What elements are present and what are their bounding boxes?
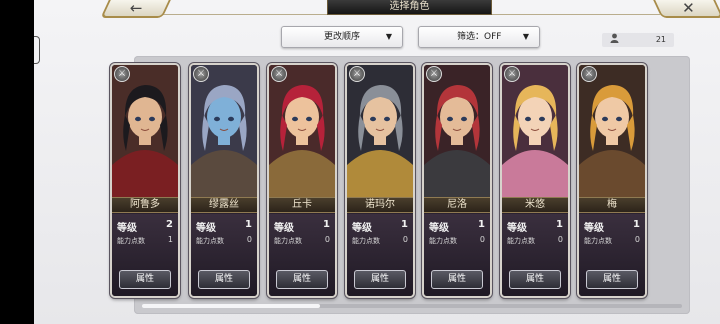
filter-label: 筛选：OFF <box>457 32 502 42</box>
chevron-down-icon: ▼ <box>522 32 529 41</box>
attribute-button[interactable]: 属性 <box>586 270 638 289</box>
ability-points-value: 0 <box>402 235 408 244</box>
character-card[interactable]: ⚔ 尼洛等级 1 能力点数 0 属性 <box>422 63 492 298</box>
character-card[interactable]: ⚔ 米悠等级 1 能力点数 0 属性 <box>500 63 570 298</box>
level-label: 等级 <box>429 223 449 234</box>
ability-points-label: 能力点数 <box>196 237 224 245</box>
ability-points-label: 能力点数 <box>584 237 612 245</box>
attribute-button[interactable]: 属性 <box>431 270 483 289</box>
sort-order-label: 更改顺序 <box>324 32 361 42</box>
ability-points-value: 0 <box>557 235 563 244</box>
character-name: 阿鲁多 <box>112 197 178 213</box>
character-stats: 等级 1 能力点数 0 属性 <box>424 214 490 296</box>
sort-order-dropdown[interactable]: 更改顺序 ▼ <box>281 26 403 48</box>
ability-points-value: 0 <box>479 235 485 244</box>
level-value: 1 <box>556 219 563 230</box>
ability-points-label: 能力点数 <box>352 237 380 245</box>
close-button[interactable]: ✕ <box>650 0 720 18</box>
character-card[interactable]: ⚔ 丘卡等级 1 能力点数 0 属性 <box>267 63 337 298</box>
character-name: 梅 <box>579 197 645 213</box>
level-value: 2 <box>166 219 173 230</box>
scrollbar-thumb[interactable] <box>142 304 320 308</box>
attribute-button[interactable]: 属性 <box>119 270 171 289</box>
weapon-type-icon: ⚔ <box>349 66 365 82</box>
chevron-down-icon: ▼ <box>385 32 392 41</box>
attribute-button[interactable]: 属性 <box>509 270 561 289</box>
weapon-type-icon: ⚔ <box>271 66 287 82</box>
game-screen: ← 选择角色 ✕ 更改顺序 ▼ 筛选：OFF ▼ 21 ⚔ 阿鲁多 等级 2 能力点数 1… <box>34 0 720 324</box>
character-portrait <box>424 65 490 197</box>
level-label: 等级 <box>196 223 216 234</box>
ability-points-value: 0 <box>324 235 330 244</box>
character-card[interactable]: ⚔ 梅等级 1 能力点数 0 属性 <box>577 63 647 298</box>
character-portrait <box>191 65 257 197</box>
level-value: 1 <box>323 219 330 230</box>
character-portrait <box>347 65 413 197</box>
character-card[interactable]: ⚔ 诺玛尔等级 1 能力点数 0 属性 <box>345 63 415 298</box>
ability-points-label: 能力点数 <box>429 237 457 245</box>
weapon-type-icon: ⚔ <box>193 66 209 82</box>
character-portrait <box>502 65 568 197</box>
attribute-button[interactable]: 属性 <box>198 270 250 289</box>
character-card[interactable]: ⚔ 阿鲁多等级 2 能力点数 1 属性 <box>110 63 180 298</box>
character-count-badge: 21 <box>602 33 674 47</box>
character-card[interactable]: ⚔ 缪露丝等级 1 能力点数 0 属性 <box>189 63 259 298</box>
header-divider-right <box>492 14 660 15</box>
character-stats: 等级 1 能力点数 0 属性 <box>502 214 568 296</box>
weapon-type-icon: ⚔ <box>114 66 130 82</box>
weapon-type-icon: ⚔ <box>504 66 520 82</box>
level-label: 等级 <box>274 223 294 234</box>
character-name: 米悠 <box>502 197 568 213</box>
character-stats: 等级 1 能力点数 0 属性 <box>347 214 413 296</box>
level-label: 等级 <box>352 223 372 234</box>
attribute-button[interactable]: 属性 <box>276 270 328 289</box>
character-name: 丘卡 <box>269 197 335 213</box>
character-stats: 等级 1 能力点数 0 属性 <box>579 214 645 296</box>
filter-dropdown[interactable]: 筛选：OFF ▼ <box>418 26 540 48</box>
level-label: 等级 <box>584 223 604 234</box>
ability-points-value: 0 <box>634 235 640 244</box>
ability-points-value: 0 <box>246 235 252 244</box>
close-icon: ✕ <box>681 0 695 17</box>
person-icon <box>610 33 619 48</box>
page-title: 选择角色 <box>327 0 492 15</box>
attribute-button[interactable]: 属性 <box>354 270 406 289</box>
header-divider-left <box>154 14 327 15</box>
ability-points-value: 1 <box>167 235 173 244</box>
character-stats: 等级 2 能力点数 1 属性 <box>112 214 178 296</box>
level-label: 等级 <box>117 223 137 234</box>
character-name: 诺玛尔 <box>347 197 413 213</box>
back-button[interactable]: ← <box>100 0 174 18</box>
character-stats: 等级 1 能力点数 0 属性 <box>269 214 335 296</box>
character-count: 21 <box>655 35 666 44</box>
character-portrait <box>112 65 178 197</box>
character-name: 尼洛 <box>424 197 490 213</box>
ability-points-label: 能力点数 <box>274 237 302 245</box>
character-name: 缪露丝 <box>191 197 257 213</box>
ability-points-label: 能力点数 <box>507 237 535 245</box>
ability-points-label: 能力点数 <box>117 237 145 245</box>
level-value: 1 <box>478 219 485 230</box>
character-stats: 等级 1 能力点数 0 属性 <box>191 214 257 296</box>
character-portrait <box>579 65 645 197</box>
level-label: 等级 <box>507 223 527 234</box>
level-value: 1 <box>245 219 252 230</box>
edge-indicator <box>34 36 40 64</box>
level-value: 1 <box>633 219 640 230</box>
weapon-type-icon: ⚔ <box>581 66 597 82</box>
level-value: 1 <box>401 219 408 230</box>
back-arrow-icon: ← <box>129 0 143 17</box>
character-portrait <box>269 65 335 197</box>
weapon-type-icon: ⚔ <box>426 66 442 82</box>
